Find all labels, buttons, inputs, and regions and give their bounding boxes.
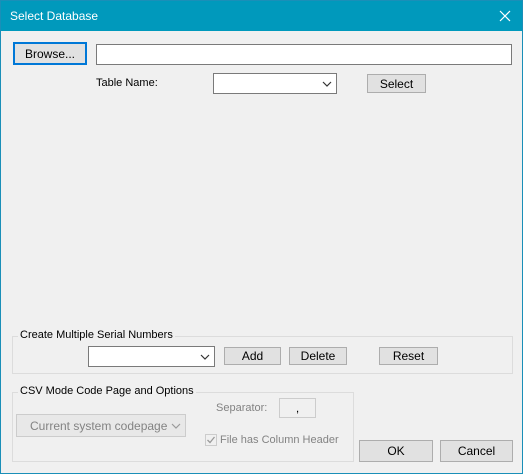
- browse-button[interactable]: Browse...: [13, 42, 87, 65]
- codepage-value: Current system codepage: [30, 418, 168, 433]
- close-button[interactable]: [488, 1, 522, 31]
- database-path-input[interactable]: [96, 44, 512, 65]
- reset-button[interactable]: Reset: [379, 347, 438, 365]
- title-bar: Select Database: [1, 1, 522, 31]
- table-name-dropdown[interactable]: [213, 73, 337, 94]
- checkmark-icon: [207, 436, 216, 444]
- separator-value: ,: [295, 401, 300, 415]
- column-header-label: File has Column Header: [220, 434, 339, 446]
- delete-button[interactable]: Delete: [289, 347, 347, 365]
- chevron-down-icon: [200, 354, 210, 360]
- separator-label: Separator:: [216, 402, 268, 414]
- column-header-checkbox[interactable]: [205, 434, 217, 446]
- select-button[interactable]: Select: [367, 74, 426, 93]
- chevron-down-icon: [171, 423, 181, 429]
- separator-input[interactable]: ,: [279, 398, 316, 418]
- codepage-dropdown[interactable]: Current system codepage: [16, 414, 186, 437]
- select-database-window: Select Database Browse... Table Name: Se…: [0, 0, 523, 474]
- cancel-button[interactable]: Cancel: [440, 440, 513, 462]
- close-icon: [499, 10, 511, 22]
- table-name-label: Table Name:: [96, 77, 158, 89]
- chevron-down-icon: [322, 81, 332, 87]
- csv-options-group-title: CSV Mode Code Page and Options: [18, 385, 196, 397]
- serial-numbers-group-title: Create Multiple Serial Numbers: [18, 329, 175, 341]
- window-title: Select Database: [10, 9, 99, 23]
- serial-number-dropdown[interactable]: [88, 346, 215, 367]
- add-button[interactable]: Add: [224, 347, 281, 365]
- ok-button[interactable]: OK: [359, 440, 433, 462]
